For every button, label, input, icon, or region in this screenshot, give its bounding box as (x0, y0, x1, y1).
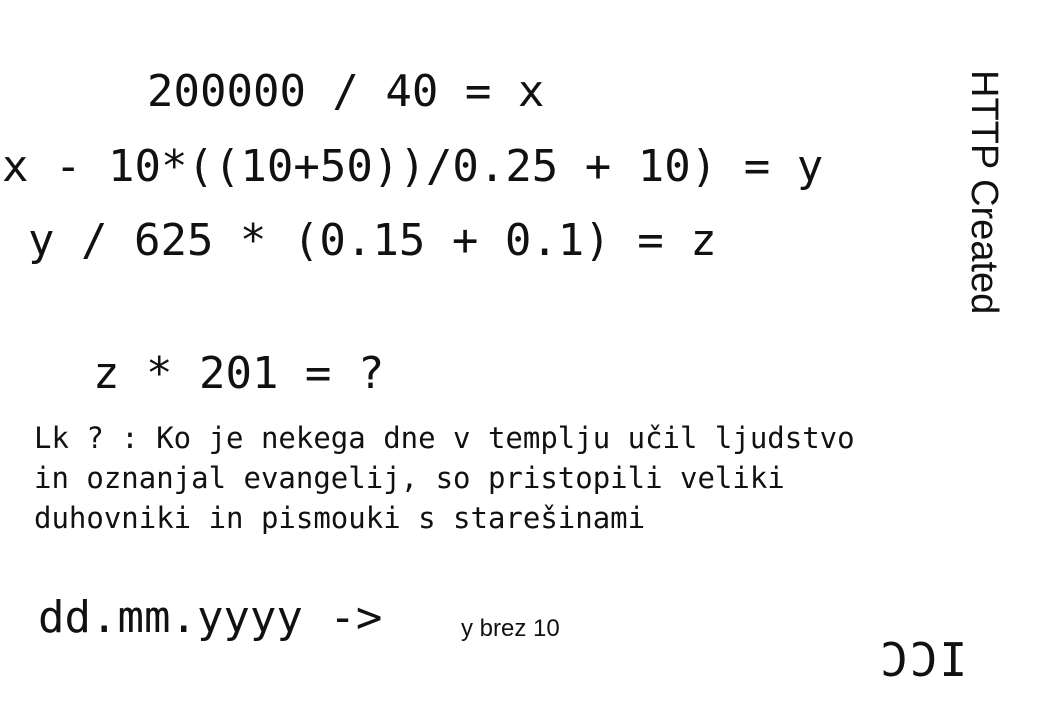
equation-line-2: x - 10*((10+50))/0.25 + 10) = y (2, 141, 824, 192)
date-format-note: y brez 10 (461, 615, 560, 642)
riddle-line-1: Lk ? : Ko je nekega dne v templju učil l… (34, 421, 855, 455)
riddle-line-3: duhovniki in pismouki s starešinami (34, 501, 646, 535)
riddle-text: Lk ? : Ko je nekega dne v templju učil l… (34, 418, 855, 538)
riddle-line-2: in oznanjal evangelij, so pristopili vel… (34, 461, 785, 495)
date-format-pattern: dd.mm.yyyy -> (38, 592, 383, 643)
icc-mirrored-mark: ICC (878, 633, 968, 687)
equation-line-3: y / 625 * (0.15 + 0.1) = z (28, 215, 717, 266)
http-created-label: HTTP Created (963, 70, 1005, 315)
equation-line-1: 200000 / 40 = x (147, 66, 545, 117)
equation-line-4: z * 201 = ? (93, 348, 385, 399)
